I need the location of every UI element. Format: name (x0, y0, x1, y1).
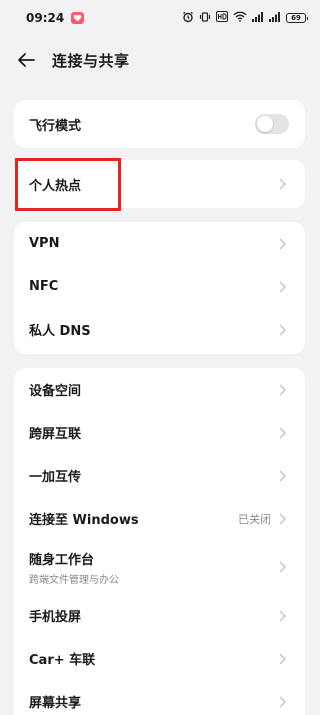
battery-icon: 69 (286, 13, 308, 23)
screen-cast-row[interactable]: 手机投屏 (14, 594, 305, 637)
connect-windows-label: 连接至 Windows (29, 513, 139, 528)
airplane-mode-label: 飞行模式 (29, 118, 82, 134)
status-time: 09:24 (26, 11, 65, 25)
chevron-right-icon (279, 653, 289, 665)
chevron-right-icon (279, 696, 289, 708)
screen-share-label: 屏幕共享 (29, 696, 82, 711)
signal-icon-2 (269, 11, 281, 25)
private-dns-row[interactable]: 私人 DNS (14, 308, 305, 351)
work-station-row[interactable]: 随身工作台 跨端文件管理与办公 (14, 540, 305, 594)
signal-icon-1 (252, 11, 264, 25)
status-bar: 09:24 69 (0, 0, 320, 36)
page-header: 连接与共享 (0, 40, 320, 80)
car-connect-row[interactable]: Car+ 车联 (14, 637, 305, 680)
chevron-right-icon (279, 610, 289, 622)
screen-share-row[interactable]: 屏幕共享 (14, 680, 305, 715)
vpn-label: VPN (29, 236, 60, 251)
network-card: VPN NFC 私人 DNS (14, 222, 305, 354)
nfc-row[interactable]: NFC (14, 265, 305, 308)
vibrate-icon (199, 11, 211, 26)
toggle-knob (257, 116, 273, 132)
chevron-right-icon (279, 513, 289, 525)
screen-cast-label: 手机投屏 (29, 610, 82, 625)
connect-windows-status: 已关闭 (238, 512, 271, 526)
cross-screen-row[interactable]: 跨屏互联 (14, 411, 305, 454)
connect-windows-row[interactable]: 连接至 Windows 已关闭 (14, 497, 305, 540)
chevron-right-icon (279, 238, 289, 250)
work-station-label: 随身工作台 (29, 552, 95, 568)
airplane-mode-card: 飞行模式 (14, 100, 305, 148)
chevron-right-icon (279, 178, 289, 190)
airplane-mode-toggle[interactable] (255, 114, 289, 134)
back-arrow-icon[interactable] (16, 49, 38, 71)
device-space-row[interactable]: 设备空间 (14, 368, 305, 411)
highlight-box (15, 158, 121, 211)
work-station-text: 随身工作台 跨端文件管理与办公 (29, 549, 119, 586)
chevron-right-icon (279, 427, 289, 439)
wifi-icon (233, 11, 247, 25)
chevron-right-icon (279, 384, 289, 396)
device-space-label: 设备空间 (29, 384, 82, 399)
page-title: 连接与共享 (52, 51, 130, 70)
vpn-row[interactable]: VPN (14, 222, 305, 265)
app-notification-icon (71, 12, 85, 24)
work-station-sublabel: 跨端文件管理与办公 (29, 574, 119, 586)
oneplus-transfer-row[interactable]: 一加互传 (14, 454, 305, 497)
devices-card: 设备空间 跨屏互联 一加互传 连接至 Windows 已关闭 随身工作台 跨端文… (14, 368, 305, 715)
chevron-right-icon (279, 470, 289, 482)
oneplus-transfer-label: 一加互传 (29, 470, 82, 485)
nfc-label: NFC (29, 279, 59, 294)
chevron-right-icon (279, 561, 289, 573)
cross-screen-label: 跨屏互联 (29, 427, 82, 442)
car-connect-label: Car+ 车联 (29, 653, 96, 668)
airplane-mode-row[interactable]: 飞行模式 (14, 100, 305, 148)
chevron-right-icon (279, 324, 289, 336)
chevron-right-icon (279, 281, 289, 293)
private-dns-label: 私人 DNS (29, 324, 91, 339)
alarm-icon (182, 11, 194, 26)
hd-icon (216, 11, 228, 25)
